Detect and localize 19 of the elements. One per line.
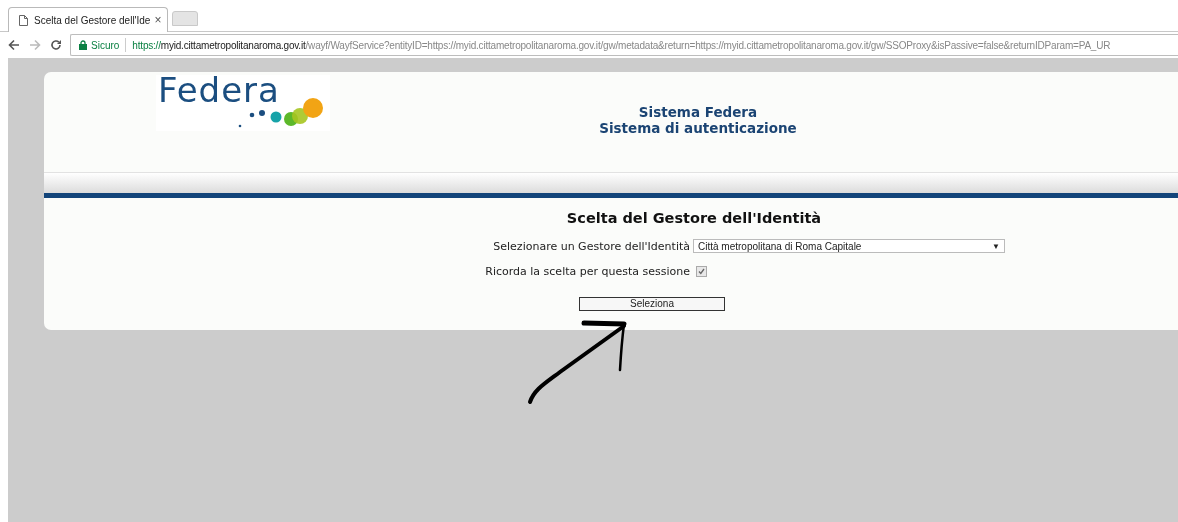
url-text: https://myid.cittametropolitanaroma.gov.it/wayf/WayfService?entityID=https://myid.cittametropolitanaroma.gov.it/gw/metadata&return=https://myid.cittametropolitanaroma.gov.it/gw/SSOProxy&isPassive=false&returnIDParam=PA_UR xyxy=(132,39,1111,51)
back-icon[interactable] xyxy=(8,39,20,51)
checkbox-label: Ricorda la scelta per questa sessione xyxy=(484,264,691,278)
browser-tab[interactable]: Scelta del Gestore dell'Ide × xyxy=(8,7,169,32)
select-button[interactable]: Seleziona xyxy=(579,297,725,311)
close-icon[interactable]: × xyxy=(154,13,162,27)
system-subtitle: Sistema di autenticazione xyxy=(598,120,798,136)
remember-checkbox[interactable] xyxy=(696,265,707,277)
reload-icon[interactable] xyxy=(50,39,62,51)
field-label: Selezionare un Gestore dell'Identità xyxy=(492,239,691,253)
page-icon xyxy=(19,14,28,26)
lock-icon xyxy=(79,40,87,50)
logo-wordmark: Federa xyxy=(158,73,280,107)
system-title: Sistema Federa xyxy=(637,104,759,120)
caret-icon: ▼ xyxy=(992,241,1000,251)
security-label: Sicuro xyxy=(91,39,120,51)
form-heading: Scelta del Gestore dell'Identità xyxy=(565,210,823,226)
identity-provider-dropdown[interactable]: Città metropolitana di Roma Capitale ▼ xyxy=(693,239,1005,253)
address-bar[interactable] xyxy=(70,34,1178,56)
